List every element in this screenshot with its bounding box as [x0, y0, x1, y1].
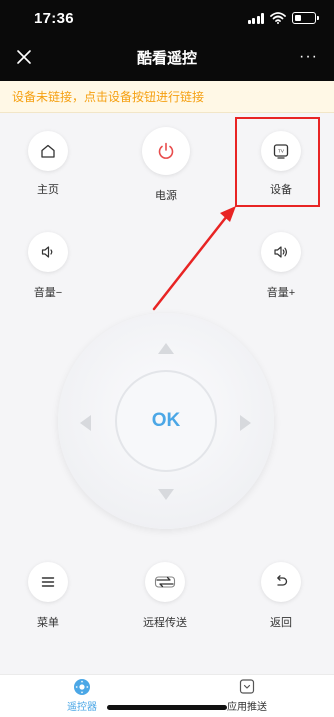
menu-label: 菜单 [37, 617, 59, 629]
transfer-icon [154, 576, 176, 588]
volume-down-button[interactable] [28, 232, 68, 272]
remote-transfer-label: 远程传送 [143, 617, 187, 629]
volume-up-label: 音量+ [266, 287, 296, 299]
back-label: 返回 [270, 617, 292, 629]
dpad-up-button[interactable] [158, 343, 174, 354]
remote-transfer-button[interactable] [145, 562, 185, 602]
dpad-left-button[interactable] [80, 415, 91, 431]
bottom-tab-bar: 遥控器 应用推送 [0, 674, 334, 717]
back-icon [277, 575, 288, 586]
dpad-down-button[interactable] [158, 489, 174, 500]
volume-down-icon [41, 246, 53, 258]
app-push-tab-icon [239, 679, 255, 694]
dpad: OK [58, 313, 274, 529]
menu-icon [41, 577, 55, 587]
remote-tab-icon [74, 679, 90, 695]
back-button[interactable] [261, 562, 301, 602]
tab-app-push-label: 应用推送 [227, 702, 267, 713]
volume-up-button[interactable] [261, 232, 301, 272]
home-indicator [107, 705, 227, 710]
ok-button[interactable]: OK [115, 370, 217, 472]
tab-remote-label: 遥控器 [67, 702, 97, 713]
menu-button[interactable] [28, 562, 68, 602]
volume-up-icon [274, 246, 287, 258]
volume-down-label: 音量− [33, 287, 63, 299]
dpad-right-button[interactable] [240, 415, 251, 431]
